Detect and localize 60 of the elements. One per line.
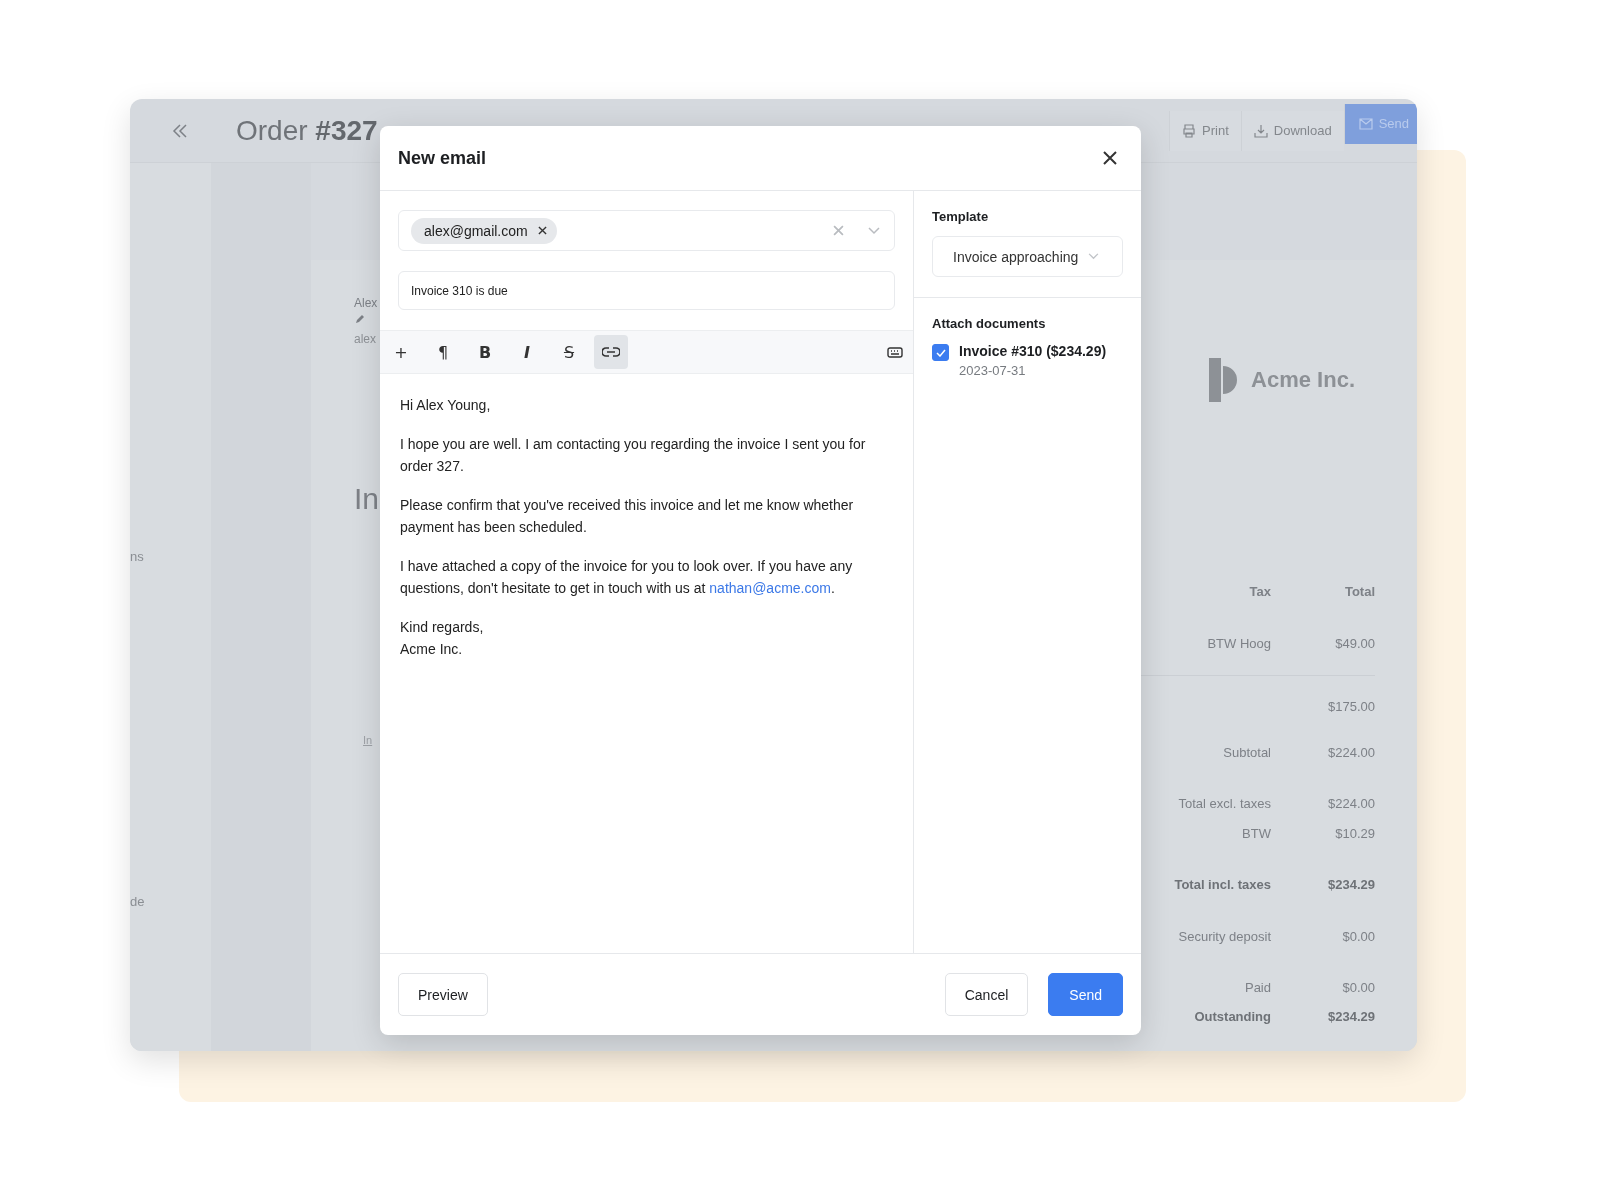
total-label: Total incl. taxes: [1174, 877, 1271, 892]
link-button[interactable]: [594, 335, 628, 369]
column-header: Total: [1343, 583, 1375, 601]
dialog-title: New email: [398, 147, 487, 169]
company-logo-text: Acme Inc.: [1251, 367, 1355, 393]
total-value: $10.29: [1334, 825, 1375, 843]
total-label: Paid: [1244, 980, 1271, 995]
download-icon: [1253, 123, 1268, 138]
total-label: Outstanding: [1194, 1009, 1271, 1024]
subject-field[interactable]: Invoice 310 is due: [398, 271, 895, 310]
message-paragraph: Hi Alex Young,: [400, 396, 492, 415]
close-icon[interactable]: [1103, 151, 1117, 165]
template-label: Template: [932, 209, 990, 224]
printer-icon: [1182, 123, 1197, 138]
recipient-field[interactable]: alex@gmail.com: [398, 210, 895, 251]
total-label: Total excl. taxes: [1178, 796, 1271, 811]
message-paragraph: Kind regards, Acme Inc.: [400, 618, 485, 659]
document-date: 2023-07-31: [959, 363, 1027, 378]
checkbox[interactable]: [932, 344, 949, 361]
chevron-down-icon: [1088, 253, 1100, 260]
total-value: $175.00: [1327, 698, 1375, 716]
checkmark-icon: [935, 348, 946, 357]
recipient-chip[interactable]: alex@gmail.com: [411, 217, 557, 244]
total-label: Security deposit: [1178, 929, 1271, 944]
format-button[interactable]: ¶: [426, 335, 460, 369]
column-header: Tax: [1248, 583, 1271, 601]
format-button[interactable]: +: [384, 335, 418, 369]
document-name: Invoice #310 ($234.29): [959, 343, 1107, 359]
cancel-button[interactable]: Cancel: [944, 973, 1029, 1016]
total-label: Subtotal: [1223, 745, 1271, 760]
total-value: $0.00: [1341, 928, 1375, 946]
message-paragraph: I hope you are well. I am contacting you regarding the invoice I sent you for order 327.: [400, 435, 867, 476]
format-button[interactable]: I: [510, 335, 544, 369]
table-cell-text: BTW Hoog: [1206, 635, 1271, 653]
link-icon: [602, 347, 620, 357]
total-label: BTW: [1242, 826, 1271, 841]
customer-email: alex: [354, 332, 376, 346]
total-value: $0.00: [1341, 979, 1375, 997]
remove-icon[interactable]: [537, 226, 547, 235]
total-value: $224.00: [1327, 795, 1375, 813]
format-button[interactable]: S: [552, 335, 586, 369]
format-button[interactable]: B: [468, 335, 502, 369]
table-cell-text: $49.00: [1334, 635, 1375, 653]
preview-button[interactable]: Preview: [398, 973, 488, 1016]
pencil-icon[interactable]: [355, 314, 365, 324]
send-button[interactable]: Send: [1048, 973, 1123, 1016]
invoice-heading: In: [354, 482, 380, 516]
message-paragraph: Please confirm that you've received this invoice and let me know whether payment has been scheduled.: [400, 496, 855, 537]
keyboard-icon[interactable]: [887, 346, 903, 358]
page-title: Order #327: [236, 114, 378, 147]
attach-label: Attach documents: [932, 316, 1047, 331]
total-value: $234.29: [1327, 876, 1375, 894]
template-select[interactable]: Invoice approaching: [932, 236, 1123, 277]
email-link[interactable]: nathan@acme.com: [709, 580, 831, 596]
customer-name: Alex: [354, 296, 378, 310]
message-paragraph: I have attached a copy of the invoice for you to look over. If you have any questions, don't hesitate to get in touch with us at nathan@acme.com.: [400, 557, 854, 598]
collapse-icon[interactable]: [172, 123, 188, 138]
total-value: $224.00: [1327, 744, 1375, 762]
total-value: $234.29: [1327, 1008, 1375, 1026]
envelope-icon: [1358, 117, 1373, 130]
